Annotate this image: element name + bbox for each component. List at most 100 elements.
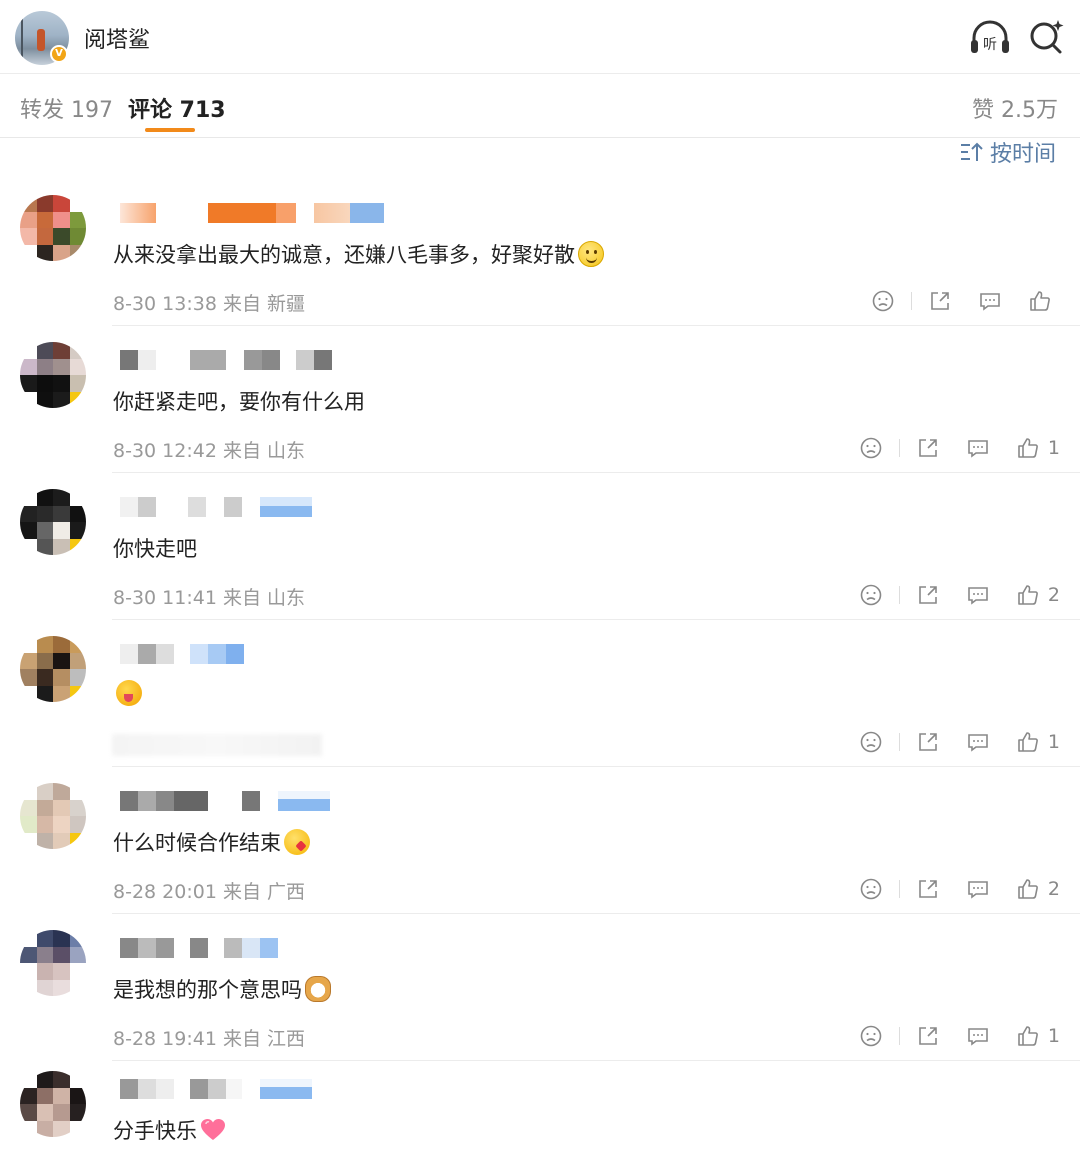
tab-repost[interactable]: 转发 197: [20, 92, 113, 124]
comment-meta: 8-28 20:01 来自 广西: [113, 877, 305, 904]
avatar[interactable]: [20, 636, 86, 702]
username-redacted[interactable]: [120, 791, 330, 811]
comment-icon: [968, 587, 988, 605]
sort-by-time-toggle[interactable]: 按时间: [960, 136, 1056, 168]
reply-button[interactable]: [966, 877, 990, 901]
avatar[interactable]: [20, 489, 86, 555]
kiss-emoji: [284, 829, 310, 855]
reply-button[interactable]: [978, 289, 1002, 313]
thumbs-up-icon: [1018, 1026, 1038, 1046]
tongue-out-emoji: [116, 680, 142, 706]
comment-source: 来自 山东: [222, 587, 306, 609]
thumbs-up-icon: [1018, 732, 1038, 752]
comment-actions: 2: [859, 871, 1060, 907]
dislike-button[interactable]: [871, 289, 895, 313]
divider: [911, 292, 912, 310]
avatar[interactable]: [20, 930, 86, 996]
dislike-button[interactable]: [859, 436, 883, 460]
comment-item: 分手快乐: [0, 1061, 1080, 1167]
comment-icon: [968, 440, 988, 458]
listen-icon[interactable]: 听: [968, 18, 1012, 58]
comment-time: 8-30 11:41: [113, 587, 217, 609]
dislike-button[interactable]: [859, 583, 883, 607]
avatar[interactable]: [20, 342, 86, 408]
tab-comments[interactable]: 评论 713: [128, 92, 226, 124]
comment-item: 从来没拿出最大的诚意，还嫌八毛事多，好聚好散 8-30 13:38 来自 新疆: [0, 179, 1080, 326]
comment-text: 是我想的那个意思吗: [113, 974, 331, 1004]
comment-source: 来自 广西: [222, 881, 306, 903]
post-header: V 阅塔鲨 听: [0, 0, 1080, 74]
tab-likes[interactable]: 赞 2.5万: [972, 92, 1058, 124]
username-redacted[interactable]: [120, 203, 384, 223]
comment-meta: 8-30 11:41 来自 山东: [113, 583, 305, 610]
share-icon: [919, 733, 937, 751]
avatar-pole: [21, 17, 23, 57]
frown-icon: [860, 437, 882, 459]
divider: [898, 733, 900, 751]
like-button[interactable]: 2: [1016, 877, 1060, 901]
like-count: 2: [1047, 878, 1060, 900]
avatar[interactable]: [20, 195, 86, 261]
share-button[interactable]: [916, 730, 940, 754]
like-button[interactable]: 1: [1016, 730, 1060, 754]
post-tabs: 转发 197 评论 713 赞 2.5万: [0, 74, 1080, 138]
username-redacted[interactable]: [120, 644, 244, 664]
account-name[interactable]: 阅塔鲨: [84, 22, 150, 54]
comment-actions: [871, 283, 1060, 319]
comment-item: 你快走吧 8-30 11:41 来自 山东 2: [0, 473, 1080, 620]
reply-button[interactable]: [966, 1024, 990, 1048]
comment-time: 8-30 12:42: [113, 440, 217, 462]
comment-icon: [968, 734, 988, 752]
heart-emoji: [201, 1119, 225, 1140]
share-icon: [919, 880, 937, 898]
reply-button[interactable]: [966, 583, 990, 607]
like-button[interactable]: 2: [1016, 583, 1060, 607]
comment-source: 来自 山东: [222, 440, 306, 462]
like-count: 2: [1047, 584, 1060, 606]
username-redacted[interactable]: [120, 350, 332, 370]
comment-actions: 2: [859, 577, 1060, 613]
share-button[interactable]: [928, 289, 952, 313]
comment-item: 什么时候合作结束 8-28 20:01 来自 广西 2: [0, 767, 1080, 914]
like-button[interactable]: 1: [1016, 1024, 1060, 1048]
comment-text: 从来没拿出最大的诚意，还嫌八毛事多，好聚好散: [113, 239, 604, 269]
divider: [898, 880, 900, 898]
smile-emoji: [578, 241, 604, 267]
dislike-button[interactable]: [859, 877, 883, 901]
share-icon: [919, 586, 937, 604]
thumbs-up-icon: [1018, 585, 1038, 605]
like-count: 1: [1047, 1025, 1060, 1047]
comment-meta: 8-30 12:42 来自 山东: [113, 436, 305, 463]
reply-button[interactable]: [966, 436, 990, 460]
avatar-figure: [37, 29, 45, 51]
share-icon: [919, 1027, 937, 1045]
dislike-button[interactable]: [859, 1024, 883, 1048]
comment-item: 1: [0, 620, 1080, 767]
username-redacted[interactable]: [120, 497, 312, 517]
avatar[interactable]: [20, 1071, 86, 1137]
thumbs-up-icon: [1018, 879, 1038, 899]
comment-text: 你赶紧走吧，要你有什么用: [113, 390, 365, 414]
comment-item: 你赶紧走吧，要你有什么用 8-30 12:42 来自 山东 1: [0, 326, 1080, 473]
verified-badge: V: [50, 45, 68, 63]
dislike-button[interactable]: [859, 730, 883, 754]
share-button[interactable]: [916, 436, 940, 460]
share-button[interactable]: [916, 1024, 940, 1048]
comment-time: 8-30 13:38: [113, 293, 217, 315]
share-button[interactable]: [916, 877, 940, 901]
frown-icon: [872, 290, 894, 312]
like-button[interactable]: [1028, 289, 1060, 313]
like-button[interactable]: 1: [1016, 436, 1060, 460]
username-redacted[interactable]: [120, 1079, 312, 1099]
reply-button[interactable]: [966, 730, 990, 754]
search-ai-icon[interactable]: [1026, 16, 1066, 56]
comment-icon: [968, 1028, 988, 1046]
username-redacted[interactable]: [120, 938, 278, 958]
comment-time: 8-28 19:41: [113, 1028, 217, 1050]
share-button[interactable]: [916, 583, 940, 607]
comment-meta-redacted: [112, 734, 322, 756]
sort-icon: [960, 142, 983, 161]
comment-icon: [980, 293, 1000, 311]
avatar[interactable]: [20, 783, 86, 849]
comment-actions: 1: [859, 430, 1060, 466]
